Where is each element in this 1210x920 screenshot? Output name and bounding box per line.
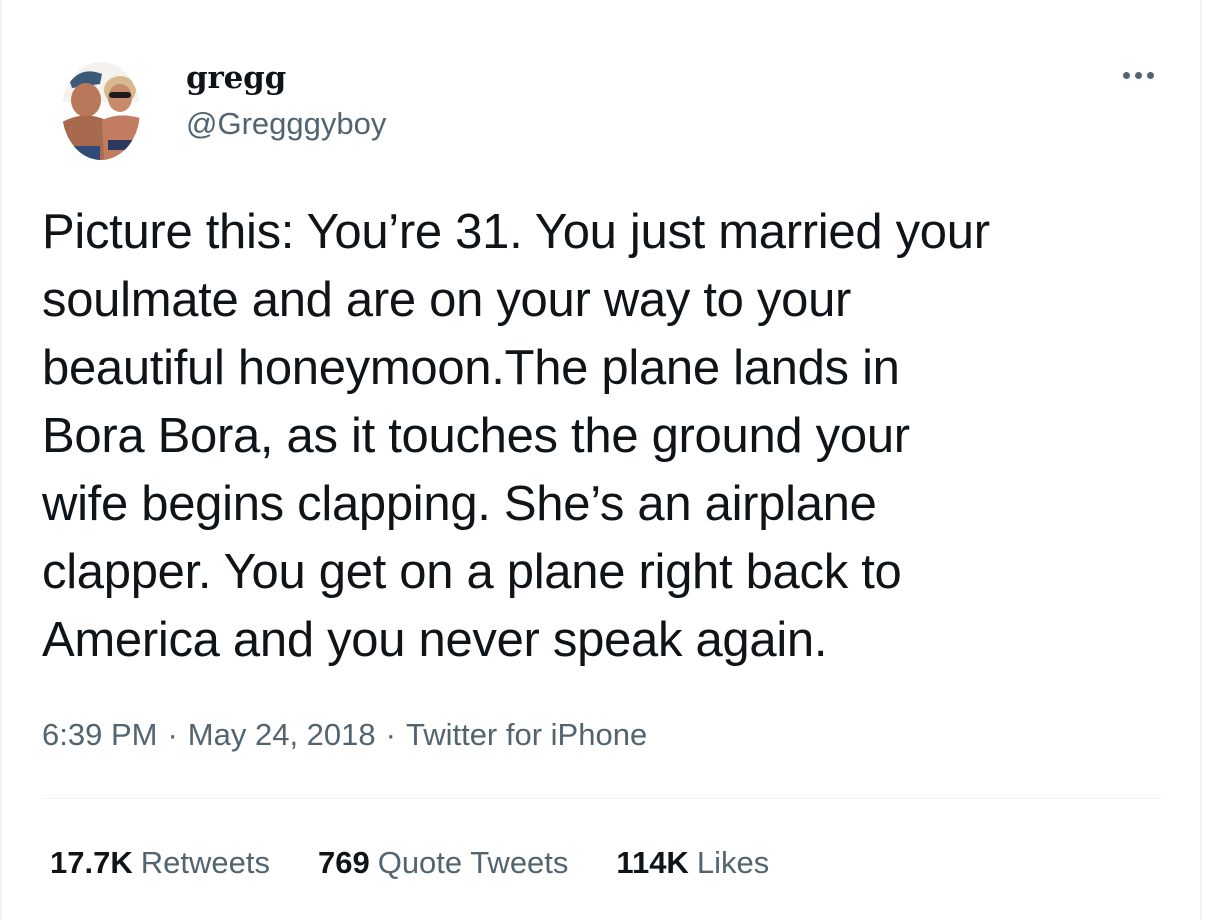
avatar-photo [62,62,140,160]
avatar[interactable] [62,62,140,160]
more-horizontal-icon-dot [1134,71,1142,79]
quote-tweets-count: 769 [317,845,370,880]
retweets-label: Retweets [140,845,270,880]
retweets-stat[interactable]: 17.7K Retweets [50,842,270,884]
meta-separator: · [385,717,396,752]
likes-label: Likes [696,845,770,880]
quote-tweets-label: Quote Tweets [377,845,569,880]
meta-separator: · [167,717,178,752]
author-display-name[interactable]: gregg [186,58,286,98]
tweet-date[interactable]: May 24, 2018 [188,717,376,752]
quote-tweets-stat[interactable]: 769 Quote Tweets [318,842,568,884]
tweet-source[interactable]: Twitter for iPhone [406,717,647,752]
tweet-time[interactable]: 6:39 PM [42,717,157,752]
author-handle[interactable]: @Gregggyboy [186,104,386,144]
engagement-stats: 17.7K Retweets 769 Quote Tweets 114K Likes [50,842,769,884]
more-horizontal-icon [1122,71,1130,79]
more-options-button[interactable] [1112,58,1164,92]
likes-count: 114K [616,845,689,880]
retweets-count: 17.7K [50,845,133,880]
likes-stat[interactable]: 114K Likes [616,842,769,884]
tweet-metadata: 6:39 PM · May 24, 2018 · Twitter for iPhone [42,714,647,756]
tweet-text: Picture this: You’re 31. You just marrie… [42,205,990,667]
tweet-card: gregg @Gregggyboy Picture this: You’re 3… [0,0,1210,920]
more-horizontal-icon-dot [1146,71,1154,79]
divider [42,798,1162,799]
